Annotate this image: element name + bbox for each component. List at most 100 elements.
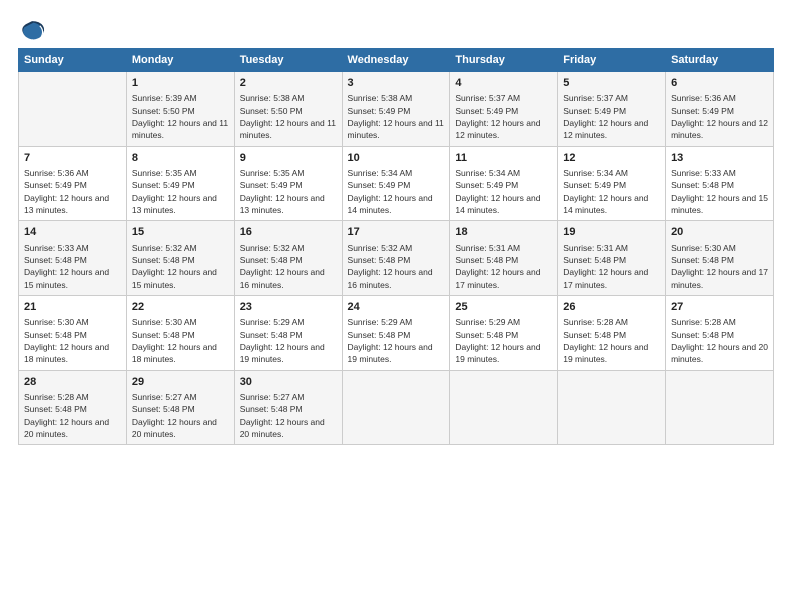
day-number: 2 bbox=[240, 76, 337, 91]
day-header-saturday: Saturday bbox=[666, 49, 774, 72]
day-number: 22 bbox=[132, 300, 229, 315]
calendar-cell: 11Sunrise: 5:34 AMSunset: 5:49 PMDayligh… bbox=[450, 146, 558, 221]
day-header-monday: Monday bbox=[126, 49, 234, 72]
day-number: 23 bbox=[240, 300, 337, 315]
calendar-cell: 20 Sunrise: 5:30 AMSunset: 5:48 PMDayligh… bbox=[666, 221, 774, 296]
day-number: 4 bbox=[455, 76, 552, 91]
calendar-cell: 5Sunrise: 5:37 AMSunset: 5:49 PMDaylight… bbox=[558, 72, 666, 147]
day-detail: Sunrise: 5:38 AMSunset: 5:50 PMDaylight:… bbox=[240, 92, 337, 141]
day-detail: Sunrise: 5:35 AMSunset: 5:49 PMDaylight:… bbox=[132, 167, 229, 216]
day-header-tuesday: Tuesday bbox=[234, 49, 342, 72]
day-number: 3 bbox=[348, 76, 445, 91]
calendar-cell: 19 Sunrise: 5:31 AMSunset: 5:48 PMDayligh… bbox=[558, 221, 666, 296]
day-detail: Sunrise: 5:30 AMSunset: 5:48 PMDaylight:… bbox=[671, 242, 768, 291]
day-detail: Sunrise: 5:39 AMSunset: 5:50 PMDaylight:… bbox=[132, 92, 229, 141]
day-number: 10 bbox=[348, 151, 445, 166]
day-detail: Sunrise: 5:28 AMSunset: 5:48 PMDaylight:… bbox=[563, 316, 660, 365]
calendar-cell: 2Sunrise: 5:38 AMSunset: 5:50 PMDaylight… bbox=[234, 72, 342, 147]
calendar-cell: 17 Sunrise: 5:32 AMSunset: 5:48 PMDayligh… bbox=[342, 221, 450, 296]
calendar-cell bbox=[19, 72, 127, 147]
day-detail: Sunrise: 5:28 AMSunset: 5:48 PMDaylight:… bbox=[24, 391, 121, 440]
calendar-cell: 14 Sunrise: 5:33 AMSunset: 5:48 PMDayligh… bbox=[19, 221, 127, 296]
day-detail: Sunrise: 5:28 AMSunset: 5:48 PMDaylight:… bbox=[671, 316, 768, 365]
calendar-cell: 26Sunrise: 5:28 AMSunset: 5:48 PMDayligh… bbox=[558, 295, 666, 370]
day-header-wednesday: Wednesday bbox=[342, 49, 450, 72]
day-number: 5 bbox=[563, 76, 660, 91]
day-number: 9 bbox=[240, 151, 337, 166]
calendar-cell: 9Sunrise: 5:35 AMSunset: 5:49 PMDaylight… bbox=[234, 146, 342, 221]
calendar-cell: 7Sunrise: 5:36 AMSunset: 5:49 PMDaylight… bbox=[19, 146, 127, 221]
day-detail: Sunrise: 5:35 AMSunset: 5:49 PMDaylight:… bbox=[240, 167, 337, 216]
day-number: 13 bbox=[671, 151, 768, 166]
calendar-cell: 10Sunrise: 5:34 AMSunset: 5:49 PMDayligh… bbox=[342, 146, 450, 221]
calendar-cell bbox=[342, 370, 450, 445]
day-detail: Sunrise: 5:30 AMSunset: 5:48 PMDaylight:… bbox=[24, 316, 121, 365]
day-detail: Sunrise: 5:34 AMSunset: 5:49 PMDaylight:… bbox=[348, 167, 445, 216]
calendar-cell: 1Sunrise: 5:39 AMSunset: 5:50 PMDaylight… bbox=[126, 72, 234, 147]
day-detail: Sunrise: 5:30 AMSunset: 5:48 PMDaylight:… bbox=[132, 316, 229, 365]
day-number: 29 bbox=[132, 375, 229, 390]
day-number: 14 bbox=[24, 225, 121, 240]
page: SundayMondayTuesdayWednesdayThursdayFrid… bbox=[0, 0, 792, 612]
calendar-cell bbox=[666, 370, 774, 445]
day-number: 28 bbox=[24, 375, 121, 390]
calendar-cell: 3Sunrise: 5:38 AMSunset: 5:49 PMDaylight… bbox=[342, 72, 450, 147]
day-detail: Sunrise: 5:37 AMSunset: 5:49 PMDaylight:… bbox=[455, 92, 552, 141]
calendar-cell: 22Sunrise: 5:30 AMSunset: 5:48 PMDayligh… bbox=[126, 295, 234, 370]
day-detail: Sunrise: 5:31 AMSunset: 5:48 PMDaylight:… bbox=[563, 242, 660, 291]
day-number: 18 bbox=[455, 225, 552, 240]
week-row-5: 28Sunrise: 5:28 AMSunset: 5:48 PMDayligh… bbox=[19, 370, 774, 445]
day-number: 12 bbox=[563, 151, 660, 166]
calendar-cell: 13Sunrise: 5:33 AMSunset: 5:48 PMDayligh… bbox=[666, 146, 774, 221]
calendar-cell: 27Sunrise: 5:28 AMSunset: 5:48 PMDayligh… bbox=[666, 295, 774, 370]
day-detail: Sunrise: 5:34 AMSunset: 5:49 PMDaylight:… bbox=[563, 167, 660, 216]
calendar-cell: 18 Sunrise: 5:31 AMSunset: 5:48 PMDayligh… bbox=[450, 221, 558, 296]
day-number: 8 bbox=[132, 151, 229, 166]
calendar-cell: 29Sunrise: 5:27 AMSunset: 5:48 PMDayligh… bbox=[126, 370, 234, 445]
calendar-cell: 4Sunrise: 5:37 AMSunset: 5:49 PMDaylight… bbox=[450, 72, 558, 147]
day-detail: Sunrise: 5:36 AMSunset: 5:49 PMDaylight:… bbox=[24, 167, 121, 216]
day-number: 20 bbox=[671, 225, 768, 240]
day-detail: Sunrise: 5:34 AMSunset: 5:49 PMDaylight:… bbox=[455, 167, 552, 216]
day-header-thursday: Thursday bbox=[450, 49, 558, 72]
day-header-friday: Friday bbox=[558, 49, 666, 72]
day-number: 16 bbox=[240, 225, 337, 240]
day-number: 25 bbox=[455, 300, 552, 315]
calendar-cell: 23Sunrise: 5:29 AMSunset: 5:48 PMDayligh… bbox=[234, 295, 342, 370]
day-number: 15 bbox=[132, 225, 229, 240]
calendar-cell: 6Sunrise: 5:36 AMSunset: 5:49 PMDaylight… bbox=[666, 72, 774, 147]
calendar-cell: 16 Sunrise: 5:32 AMSunset: 5:48 PMDayligh… bbox=[234, 221, 342, 296]
week-row-1: 1Sunrise: 5:39 AMSunset: 5:50 PMDaylight… bbox=[19, 72, 774, 147]
week-row-3: 14 Sunrise: 5:33 AMSunset: 5:48 PMDayligh… bbox=[19, 221, 774, 296]
calendar-cell: 12Sunrise: 5:34 AMSunset: 5:49 PMDayligh… bbox=[558, 146, 666, 221]
day-number: 11 bbox=[455, 151, 552, 166]
day-detail: Sunrise: 5:32 AMSunset: 5:48 PMDaylight:… bbox=[240, 242, 337, 291]
day-number: 26 bbox=[563, 300, 660, 315]
day-detail: Sunrise: 5:27 AMSunset: 5:48 PMDaylight:… bbox=[240, 391, 337, 440]
day-detail: Sunrise: 5:32 AMSunset: 5:48 PMDaylight:… bbox=[132, 242, 229, 291]
day-number: 6 bbox=[671, 76, 768, 91]
calendar-cell: 28Sunrise: 5:28 AMSunset: 5:48 PMDayligh… bbox=[19, 370, 127, 445]
calendar-cell: 24Sunrise: 5:29 AMSunset: 5:48 PMDayligh… bbox=[342, 295, 450, 370]
week-row-4: 21Sunrise: 5:30 AMSunset: 5:48 PMDayligh… bbox=[19, 295, 774, 370]
day-detail: Sunrise: 5:31 AMSunset: 5:48 PMDaylight:… bbox=[455, 242, 552, 291]
day-number: 7 bbox=[24, 151, 121, 166]
day-number: 1 bbox=[132, 76, 229, 91]
calendar-cell: 25Sunrise: 5:29 AMSunset: 5:48 PMDayligh… bbox=[450, 295, 558, 370]
day-number: 17 bbox=[348, 225, 445, 240]
calendar-cell: 8Sunrise: 5:35 AMSunset: 5:49 PMDaylight… bbox=[126, 146, 234, 221]
day-detail: Sunrise: 5:37 AMSunset: 5:49 PMDaylight:… bbox=[563, 92, 660, 141]
day-detail: Sunrise: 5:33 AMSunset: 5:48 PMDaylight:… bbox=[24, 242, 121, 291]
day-detail: Sunrise: 5:32 AMSunset: 5:48 PMDaylight:… bbox=[348, 242, 445, 291]
header bbox=[18, 18, 774, 46]
header-row: SundayMondayTuesdayWednesdayThursdayFrid… bbox=[19, 49, 774, 72]
day-number: 30 bbox=[240, 375, 337, 390]
logo-icon bbox=[18, 18, 46, 46]
calendar-cell bbox=[450, 370, 558, 445]
day-number: 24 bbox=[348, 300, 445, 315]
calendar-cell: 15 Sunrise: 5:32 AMSunset: 5:48 PMDayligh… bbox=[126, 221, 234, 296]
calendar-cell bbox=[558, 370, 666, 445]
day-detail: Sunrise: 5:29 AMSunset: 5:48 PMDaylight:… bbox=[455, 316, 552, 365]
day-number: 19 bbox=[563, 225, 660, 240]
day-detail: Sunrise: 5:29 AMSunset: 5:48 PMDaylight:… bbox=[348, 316, 445, 365]
